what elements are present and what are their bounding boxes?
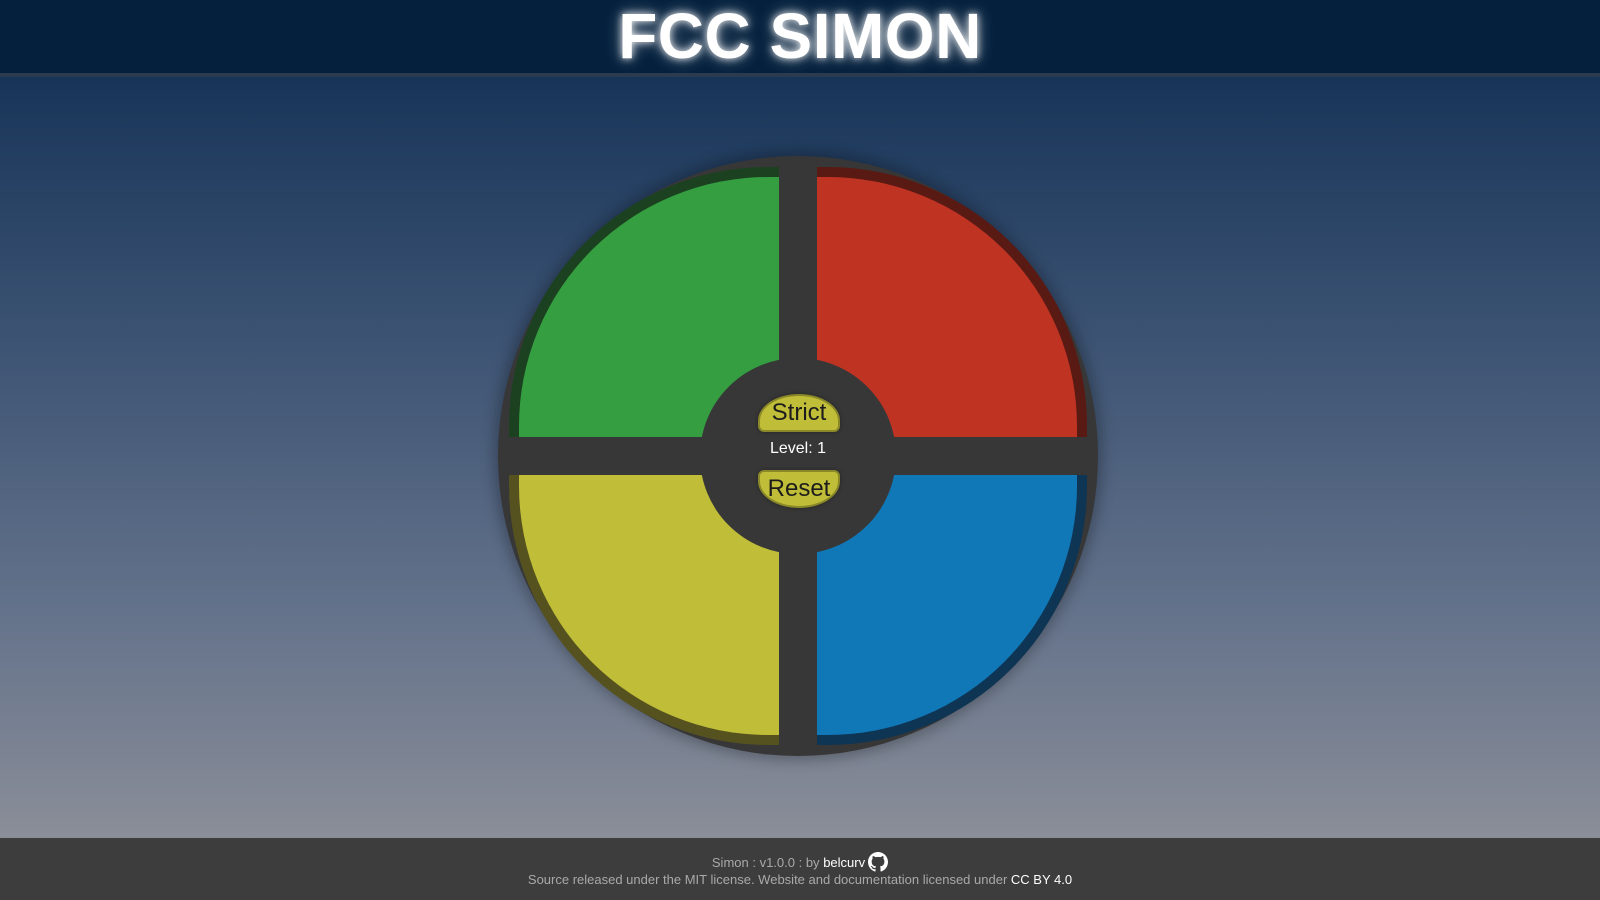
footer-license: Source released under the MIT license. W… [0, 871, 1600, 889]
github-icon[interactable] [868, 852, 889, 872]
page-title: FCC SIMON [618, 0, 982, 72]
author-link[interactable]: belcurv [823, 855, 865, 870]
page-footer: Simon : v1.0.0 : by belcurv Source relea… [0, 838, 1600, 900]
page-header: FCC SIMON [0, 0, 1600, 77]
simon-board: Strict Level: 1 Reset [498, 156, 1098, 756]
license-link[interactable]: CC BY 4.0 [1011, 872, 1072, 887]
version-text: Simon : v1.0.0 : by [711, 855, 820, 870]
reset-button[interactable]: Reset [758, 470, 840, 508]
level-display: Level: 1 [769, 440, 827, 457]
license-text: Source released under the MIT license. W… [527, 872, 1008, 887]
strict-button[interactable]: Strict [758, 394, 840, 432]
control-panel: Strict Level: 1 Reset [700, 358, 896, 554]
footer-credits: Simon : v1.0.0 : by belcurv [0, 852, 1600, 872]
